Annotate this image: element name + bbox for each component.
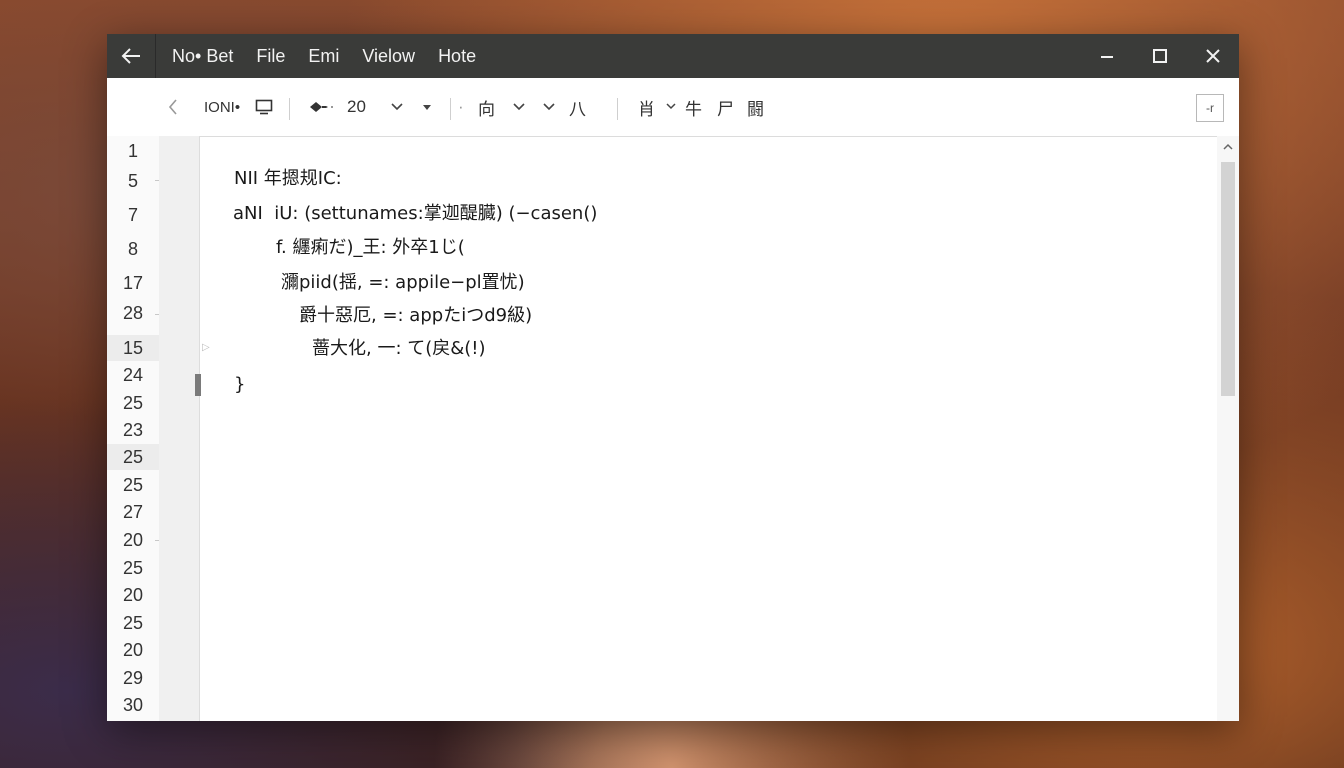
code-line: } [234, 374, 246, 395]
line-number: 29 [122, 668, 144, 688]
font-size-field[interactable]: 20 [347, 78, 366, 136]
line-number: 24 [122, 365, 144, 385]
menu-item-help[interactable]: Hote [438, 46, 476, 67]
code-line: f. 纒痢だ)_王: 外卒1じ( [276, 237, 465, 258]
line-number: 8 [127, 239, 138, 259]
title-bar: No• Bet File Emi Vielow Hote [107, 34, 1239, 78]
line-number: 25 [122, 393, 144, 413]
code-editor[interactable]: NII 年摁规IC: aNI iU: (settunames:掌迦醍臓) (−c… [200, 136, 1217, 721]
toolbar-expand-label: -r [1206, 101, 1214, 115]
toolbar-button-f-label: 闘 [747, 99, 764, 119]
menu-item-edit[interactable]: Emi [308, 46, 339, 67]
style-dropdown[interactable] [421, 78, 433, 136]
toolbar-button-c[interactable]: 肖 [638, 78, 655, 136]
editor-area[interactable]: 1 5 7 8 17 28 15 24 25 23 25 25 27 20 25… [107, 136, 1239, 721]
line-number: 20 [122, 585, 144, 605]
chevron-down-icon [391, 103, 403, 111]
line-number: 25 [122, 558, 144, 578]
menu-item-file[interactable]: File [256, 46, 285, 67]
chevron-down-icon [543, 103, 555, 111]
toolbar-expand-button[interactable]: -r [1196, 94, 1224, 122]
font-selector-label: IONI• [204, 98, 241, 116]
toolbar-button-a-label: 向 [478, 99, 495, 119]
toolbar-dropdown-b[interactable] [542, 78, 556, 136]
font-size-value: 20 [347, 97, 366, 116]
menu-bar: No• Bet File Emi Vielow Hote [172, 46, 499, 67]
toolbar-separator [617, 98, 618, 120]
toolbar-dot: · [458, 97, 464, 116]
code-line: NII 年摁规IC: [234, 168, 342, 189]
chevron-down-icon [666, 103, 676, 110]
code-line: 爵十惡厄, =: appたiつd9級) [299, 305, 533, 326]
toolbar-button-f[interactable]: 闘 [747, 78, 764, 136]
line-number: 5 [127, 171, 138, 191]
window-controls [1080, 34, 1239, 78]
toolbar-button-e[interactable]: 尸 [717, 78, 734, 136]
close-button[interactable] [1186, 34, 1239, 78]
scroll-up-button[interactable] [1217, 138, 1239, 156]
line-number: 20 [122, 640, 144, 660]
menu-item-app[interactable]: No• Bet [172, 46, 233, 67]
toolbar-back-button[interactable] [167, 78, 179, 136]
close-icon [1205, 49, 1220, 63]
toolbar-separator [289, 98, 290, 120]
maximize-button[interactable] [1133, 34, 1186, 78]
fold-column [159, 136, 200, 721]
editor-window: No• Bet File Emi Vielow Hote IONI• 20 · … [107, 34, 1239, 721]
toolbar-dropdown-c[interactable] [665, 78, 677, 136]
line-number: 27 [122, 502, 144, 522]
line-number: 1 [127, 141, 138, 161]
line-number: 30 [122, 695, 144, 715]
paint-bucket-icon [310, 102, 333, 112]
toolbar-button-d-label: 牛 [685, 99, 702, 119]
monitor-button[interactable] [255, 78, 273, 136]
line-number: 25 [122, 475, 144, 495]
line-number: 25 [107, 444, 159, 470]
monitor-icon [255, 99, 273, 115]
line-number: 23 [122, 420, 144, 440]
font-size-dropdown[interactable] [390, 78, 404, 136]
font-selector[interactable]: IONI• [204, 78, 240, 136]
code-line: aNI iU: (settunames:掌迦醍臓) (−casen() [233, 203, 598, 224]
toolbar-button-b[interactable]: 八 [569, 78, 586, 136]
minimize-button[interactable] [1080, 34, 1133, 78]
scroll-thumb[interactable] [1221, 162, 1235, 396]
line-number: 28 [122, 303, 144, 323]
vertical-scrollbar[interactable] [1217, 136, 1239, 721]
code-line: 瀰piid(揺, =: appile−pl置忧) [281, 272, 525, 293]
chevron-up-icon [1223, 143, 1233, 150]
line-number: 20 [122, 530, 144, 550]
code-line: 蔷大化, 一: て(戻&(!) [312, 338, 486, 359]
back-arrow-icon [121, 48, 140, 64]
line-number-gutter: 1 5 7 8 17 28 15 24 25 23 25 25 27 20 25… [107, 136, 159, 721]
toolbar-button-d[interactable]: 牛 [685, 78, 702, 136]
toolbar-button-b-label: 八 [569, 99, 586, 119]
line-number: 7 [127, 205, 138, 225]
toolbar-button-a[interactable]: 向 [478, 78, 495, 136]
chevron-left-icon [168, 99, 177, 115]
toolbar-button-e-label: 尸 [717, 99, 734, 119]
toolbar: IONI• 20 · 向 八 肖 牛 尸 闘 -r [107, 78, 1239, 137]
line-number: 25 [122, 613, 144, 633]
minimize-icon [1100, 56, 1113, 58]
maximize-icon [1152, 49, 1167, 63]
line-number: 15 [107, 335, 159, 361]
back-button[interactable] [107, 34, 156, 78]
chevron-down-icon [513, 103, 525, 111]
paint-button[interactable] [308, 78, 334, 136]
toolbar-button-c-label: 肖 [638, 99, 655, 119]
toolbar-dropdown-a[interactable] [512, 78, 526, 136]
toolbar-separator [450, 98, 451, 120]
line-number: 17 [122, 273, 144, 293]
caret-down-icon [423, 105, 431, 110]
menu-item-view[interactable]: Vielow [362, 46, 415, 67]
